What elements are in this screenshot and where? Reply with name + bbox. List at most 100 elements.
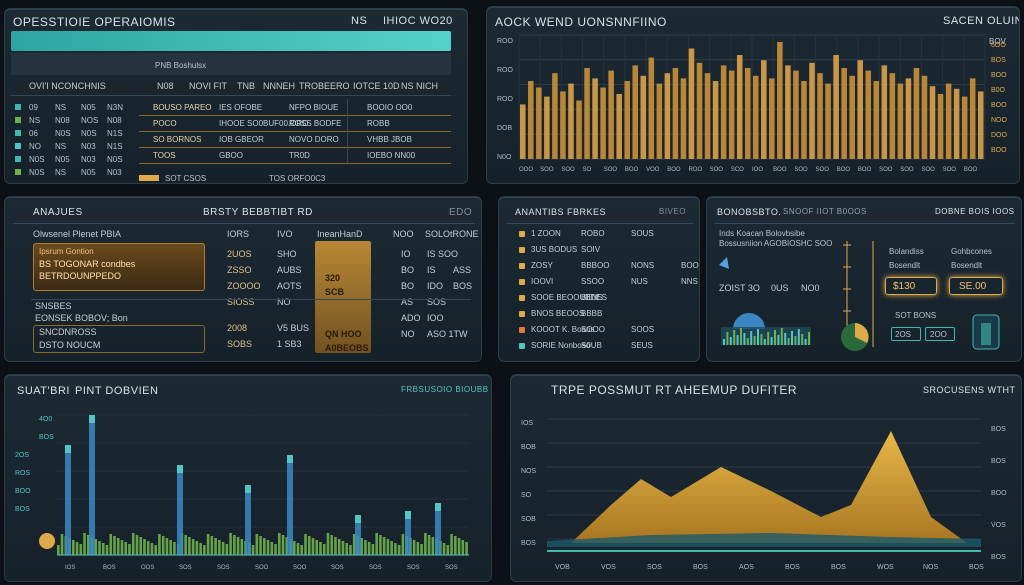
bar (849, 75, 855, 159)
bar (833, 55, 839, 159)
x-tick-label: SOO (561, 167, 575, 173)
bar (450, 534, 453, 555)
bar (214, 538, 217, 555)
right-tick-label: B0O (991, 87, 1006, 94)
y-tick-label: DOB (497, 125, 513, 132)
x-tick-label: BOO (964, 167, 978, 173)
ops-table-cell: ROBB (367, 119, 390, 128)
divider (507, 223, 693, 224)
bar (195, 541, 199, 555)
x-tick-label: SOO (293, 565, 307, 571)
bar (809, 62, 815, 159)
analyses-col-value: AUBS (277, 265, 302, 275)
bar (905, 78, 912, 159)
bar (120, 540, 124, 555)
bar (465, 542, 468, 555)
row-bullet-icon (519, 231, 525, 237)
equalizer-bar (787, 338, 790, 345)
row-bullet-icon (519, 247, 525, 253)
bar (608, 70, 614, 159)
bar (124, 542, 128, 555)
analyses-card-line-2: BS TOGONAR condbes (39, 259, 136, 269)
bar (382, 537, 386, 555)
bar (728, 70, 735, 159)
bar (817, 73, 823, 159)
analyses-right-value: NO (401, 329, 415, 339)
bar (255, 534, 259, 555)
gold-chip (139, 175, 159, 181)
y-tick-label: BOS (15, 506, 30, 513)
bar (736, 55, 743, 159)
connection-label-1: ZOIST 3O (719, 283, 760, 293)
analyses-right-value: ASS (453, 265, 472, 275)
x-tick-label: VOB (555, 564, 570, 571)
analyses-head-0: Olwsenel Plenet PBIA (33, 229, 122, 239)
bar (131, 533, 135, 555)
bar (841, 68, 847, 159)
analyses-right-value: BO (401, 281, 415, 291)
divider (139, 131, 451, 132)
x-tick-label: BOO (837, 167, 851, 173)
y-tick-label: BOB (521, 444, 536, 451)
equalizer-bar (746, 338, 749, 345)
bar (375, 533, 378, 555)
status-square-icon (15, 143, 21, 149)
ops-left-cell: NS (55, 103, 67, 112)
ops-left-cell: NOS (81, 116, 99, 125)
row-bullet-icon (519, 263, 525, 269)
bar (390, 541, 393, 555)
equalizer-bar (767, 332, 770, 345)
bar (457, 538, 461, 555)
bar (913, 68, 920, 159)
bar (221, 542, 225, 555)
ops-table-cell: IOEBO NN00 (367, 151, 416, 160)
col-head-3: TNB (237, 81, 255, 91)
analytics-cell: ZOSY (531, 261, 553, 270)
divider (139, 147, 451, 148)
bar (528, 81, 534, 159)
ops-table-cell: IES OFOBE (219, 103, 263, 112)
connection-label-3: NO0 (801, 283, 820, 293)
status-square-icon (15, 104, 21, 110)
analytics-cell: NNS (681, 277, 698, 286)
y-tick-label: BOS (521, 540, 536, 547)
row-bullet-icon (519, 279, 525, 285)
x-tick-label: IOO (752, 167, 763, 173)
y-tick-label: N0O (497, 154, 512, 161)
y-tick-label: 2OS (15, 452, 29, 459)
right-tick-label: BOS (991, 57, 1006, 64)
ops-footer-2: TOS ORFO0C3 (269, 174, 326, 183)
bar (401, 534, 405, 555)
ops-left-cell: N03 (107, 168, 122, 177)
connection-label-2: 0US (771, 283, 789, 293)
analyses-card-line-3: BETRDOUNPPEDO (39, 271, 122, 281)
ops-table-cell: BOUSO PAREO (153, 103, 212, 112)
y-tick-label: BOO (15, 488, 31, 495)
bar (210, 536, 214, 555)
x-tick-label: BOS (103, 565, 116, 571)
x-tick-label: SOO (604, 167, 618, 173)
bar (263, 538, 266, 555)
col-head-7: NS NICH (401, 81, 439, 91)
analyses-head-1: IORS (227, 229, 250, 239)
right-tick-label: BOO (991, 490, 1007, 497)
operations-panel: OPESSTIOIE OPERAIOMIS NS IHIOC WO20 PNB … (4, 8, 468, 184)
x-tick-label: SOS (369, 565, 382, 571)
bar (412, 540, 416, 555)
col-head-0: OVI'I NCONCHNIS (29, 81, 106, 91)
equalizer-bar (801, 334, 804, 345)
bar (326, 533, 330, 555)
bar (664, 73, 671, 159)
bar (616, 94, 622, 159)
bar-cap (405, 511, 411, 519)
bar (969, 78, 976, 159)
x-tick-label: BOO (625, 167, 639, 173)
bar (873, 81, 880, 159)
ops-left-cell: N0S (29, 168, 45, 177)
analytics-cell: SEUS (631, 341, 653, 350)
bar (424, 533, 427, 555)
bar (371, 544, 375, 555)
status-square-icon (15, 156, 21, 162)
ops-table-cell: NOVO DORO (289, 135, 339, 144)
bar (576, 100, 582, 159)
